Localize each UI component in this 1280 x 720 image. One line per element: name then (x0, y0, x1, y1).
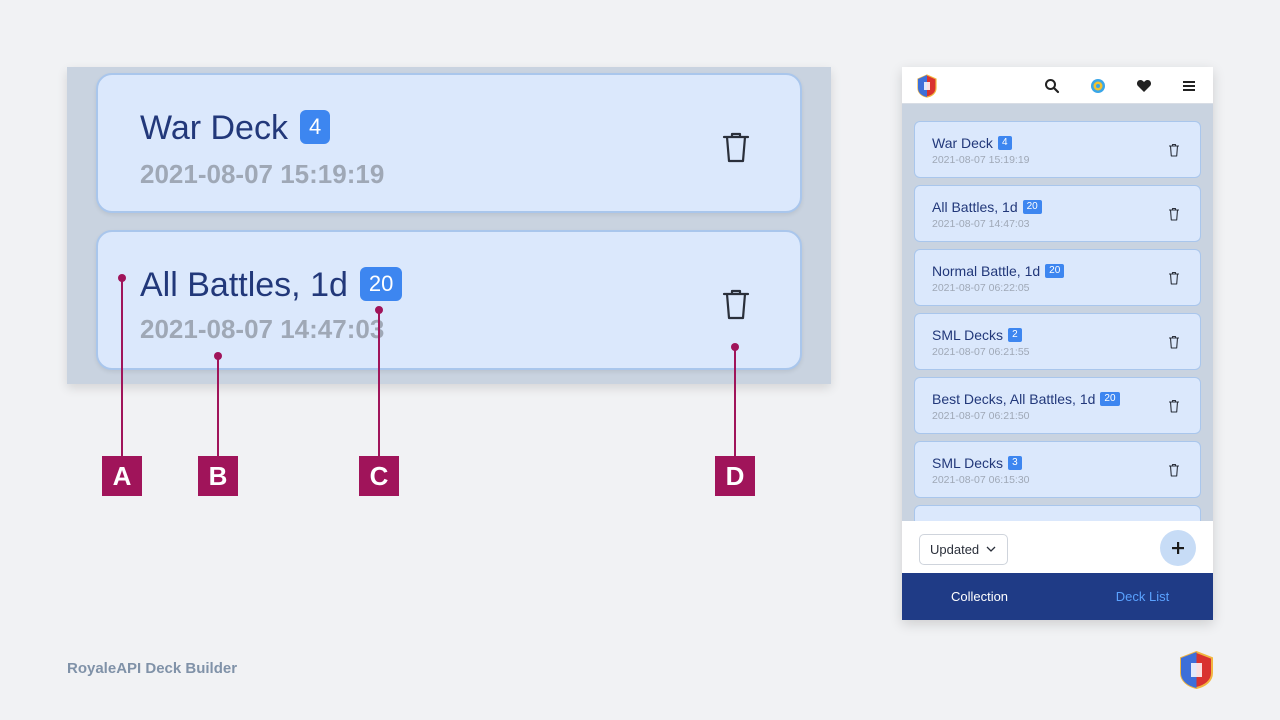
sort-select-value: Updated (930, 542, 980, 557)
zoom-deck-date: 2021-08-07 14:47:03 (140, 314, 385, 344)
callout-b-label: B (198, 456, 238, 496)
trash-icon[interactable] (1168, 463, 1180, 477)
deck-title: SML Decks (932, 455, 1004, 471)
zoom-deck-title: All Battles, 1d 20 (140, 266, 403, 305)
deck-date: 2021-08-07 06:21:55 (932, 346, 1030, 358)
deck-date: 2021-08-07 06:21:50 (932, 410, 1030, 422)
footer-title: RoyaleAPI Deck Builder (67, 660, 238, 677)
chevron-down-icon (986, 546, 996, 552)
deck-count-badge: 20 (359, 267, 403, 302)
deck-title: War Deck (932, 135, 993, 151)
plus-icon (1172, 542, 1184, 554)
deck-count-badge: 4 (299, 110, 331, 145)
callout-a-label: A (102, 456, 142, 496)
bottom-tab-bar: Collection Deck List (902, 573, 1213, 620)
callout-a-line (121, 278, 123, 456)
trash-icon[interactable] (722, 131, 750, 163)
zoom-deck-date: 2021-08-07 15:19:19 (140, 159, 385, 189)
deck-title: Best Decks, All Battles, 1d (932, 391, 1096, 407)
search-icon[interactable] (1044, 78, 1060, 94)
deck-title: All Battles, 1d (932, 199, 1018, 215)
deck-list-item[interactable]: War Deck 4 2021-08-07 15:19:19 (914, 121, 1201, 178)
deck-count-badge: 4 (997, 136, 1012, 151)
royaleapi-logo-icon[interactable] (916, 74, 938, 98)
deck-date: 2021-08-07 06:22:05 (932, 282, 1030, 294)
zoomed-deck-detail: War Deck 4 2021-08-07 15:19:19 All Battle… (67, 67, 831, 384)
deck-count-badge: 20 (1045, 264, 1065, 279)
royaleapi-logo-icon (1180, 651, 1213, 689)
trash-icon[interactable] (1168, 143, 1180, 157)
deck-list-item[interactable]: All Battles, 1d 20 2021-08-07 14:47:03 (914, 185, 1201, 242)
tab-collection[interactable]: Collection (902, 573, 1057, 620)
deck-count-badge: 20 (1100, 392, 1120, 407)
callout-c-label: C (359, 456, 399, 496)
callout-d-label: D (715, 456, 755, 496)
trash-icon[interactable] (1168, 335, 1180, 349)
zoom-deck-title: War Deck 4 (140, 109, 331, 148)
deck-date: 2021-08-07 14:47:03 (932, 218, 1030, 230)
list-toolbar: Updated (902, 521, 1213, 573)
heart-icon[interactable] (1136, 78, 1152, 94)
callout-b-line (217, 356, 219, 456)
deck-date: 2021-08-07 06:15:30 (932, 474, 1030, 486)
add-deck-button[interactable] (1160, 530, 1196, 566)
trash-icon[interactable] (722, 288, 750, 320)
trash-icon[interactable] (1168, 271, 1180, 285)
deck-title: Normal Battle, 1d (932, 263, 1041, 279)
trash-icon[interactable] (1168, 399, 1180, 413)
deck-list-item[interactable]: Normal Battle, 1d 20 2021-08-07 06:22:05 (914, 249, 1201, 306)
zoom-deck-card-war-deck[interactable]: War Deck 4 2021-08-07 15:19:19 (96, 73, 802, 213)
app-header (902, 67, 1213, 104)
menu-icon[interactable] (1181, 78, 1197, 94)
callout-d-line (734, 347, 736, 456)
phone-mockup: War Deck 4 2021-08-07 15:19:19 All Battle… (902, 67, 1213, 620)
deck-list-item[interactable]: SML Decks 2 2021-08-07 06:21:55 (914, 313, 1201, 370)
deck-list[interactable]: War Deck 4 2021-08-07 15:19:19 All Battle… (902, 104, 1213, 521)
deck-title: SML Decks (932, 327, 1004, 343)
deck-count-badge: 20 (1022, 200, 1042, 215)
zoom-deck-card-all-battles[interactable]: All Battles, 1d 20 2021-08-07 14:47:03 (96, 230, 802, 370)
deck-count-badge: 2 (1008, 328, 1022, 343)
deck-list-item[interactable]: SML Decks 3 2021-08-07 06:15:30 (914, 441, 1201, 498)
deck-date: 2021-08-07 15:19:19 (932, 154, 1030, 166)
target-icon[interactable] (1090, 78, 1106, 94)
trash-icon[interactable] (1168, 207, 1180, 221)
callout-c-line (378, 310, 380, 456)
tab-deck-list[interactable]: Deck List (1065, 573, 1213, 620)
deck-count-badge: 3 (1008, 456, 1022, 471)
deck-list-item[interactable]: Best Decks, All Battles, 1d 20 2021-08-07… (914, 377, 1201, 434)
sort-select[interactable]: Updated (919, 534, 1008, 565)
deck-list-item-partial[interactable] (914, 505, 1201, 521)
